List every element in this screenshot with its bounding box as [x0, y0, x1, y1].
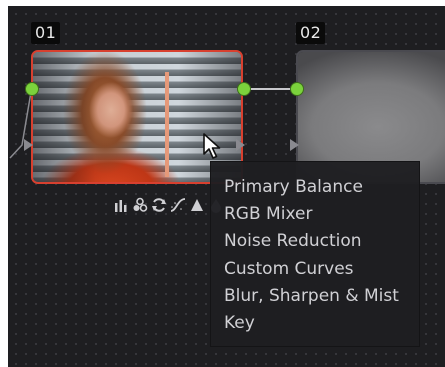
node-01-output-port[interactable] [237, 82, 251, 96]
tooltip-item-blur-sharpen-mist: Blur, Sharpen & Mist [224, 285, 399, 306]
node-01-key-output-triangle[interactable] [236, 139, 245, 151]
node-01-tool-icons [113, 196, 224, 214]
node-02-key-input-triangle[interactable] [290, 139, 299, 151]
tooltip-item-key: Key [224, 313, 255, 334]
tooltip-item-rgb-mixer: RGB Mixer [224, 204, 313, 225]
primary-balance-icon [115, 200, 127, 212]
blur-sharpen-mist-icon [191, 199, 203, 211]
node-01-label: 01 [31, 22, 61, 44]
node-02-label: 02 [296, 22, 326, 44]
node-tools-tooltip: Primary Balance RGB Mixer Noise Reductio… [210, 161, 420, 347]
noise-reduction-icon [152, 198, 166, 212]
tooltip-item-primary-balance: Primary Balance [224, 177, 363, 197]
node-02-input-port[interactable] [290, 82, 304, 96]
mouse-pointer-icon [203, 133, 221, 159]
tooltip-item-custom-curves: Custom Curves [224, 258, 354, 279]
tooltip-item-noise-reduction: Noise Reduction [224, 231, 362, 252]
node-01-key-input-triangle[interactable] [24, 139, 33, 151]
node-01-input-port[interactable] [25, 82, 39, 96]
custom-curves-icon [170, 198, 186, 212]
rgb-mixer-icon [133, 197, 148, 212]
node-editor: 01 02 Primary Balance RGB Mixer Noise Re… [0, 0, 445, 367]
